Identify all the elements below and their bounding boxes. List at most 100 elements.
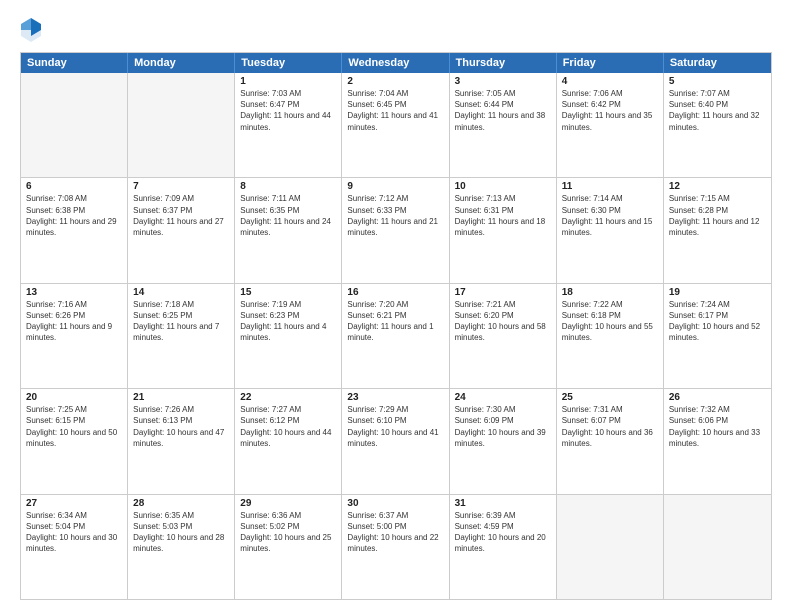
day-number: 14: [133, 287, 229, 298]
day-header: Sunday: [21, 53, 128, 73]
calendar-cell: 31Sunrise: 6:39 AMSunset: 4:59 PMDayligh…: [450, 495, 557, 599]
day-number: 15: [240, 287, 336, 298]
calendar-cell: 11Sunrise: 7:14 AMSunset: 6:30 PMDayligh…: [557, 178, 664, 282]
cell-info: Sunrise: 6:37 AMSunset: 5:00 PMDaylight:…: [347, 510, 443, 555]
day-number: 29: [240, 498, 336, 509]
calendar-week-row: 20Sunrise: 7:25 AMSunset: 6:15 PMDayligh…: [21, 388, 771, 493]
day-number: 4: [562, 76, 658, 87]
calendar-week-row: 6Sunrise: 7:08 AMSunset: 6:38 PMDaylight…: [21, 177, 771, 282]
calendar-cell: 25Sunrise: 7:31 AMSunset: 6:07 PMDayligh…: [557, 389, 664, 493]
calendar-cell: 27Sunrise: 6:34 AMSunset: 5:04 PMDayligh…: [21, 495, 128, 599]
calendar-cell: [557, 495, 664, 599]
calendar-cell: 28Sunrise: 6:35 AMSunset: 5:03 PMDayligh…: [128, 495, 235, 599]
cell-info: Sunrise: 6:36 AMSunset: 5:02 PMDaylight:…: [240, 510, 336, 555]
day-number: 2: [347, 76, 443, 87]
cell-info: Sunrise: 7:04 AMSunset: 6:45 PMDaylight:…: [347, 88, 443, 133]
day-number: 27: [26, 498, 122, 509]
calendar: SundayMondayTuesdayWednesdayThursdayFrid…: [20, 52, 772, 600]
calendar-cell: 20Sunrise: 7:25 AMSunset: 6:15 PMDayligh…: [21, 389, 128, 493]
day-number: 24: [455, 392, 551, 403]
cell-info: Sunrise: 7:08 AMSunset: 6:38 PMDaylight:…: [26, 193, 122, 238]
calendar-cell: [664, 495, 771, 599]
day-number: 9: [347, 181, 443, 192]
calendar-cell: 16Sunrise: 7:20 AMSunset: 6:21 PMDayligh…: [342, 284, 449, 388]
cell-info: Sunrise: 6:34 AMSunset: 5:04 PMDaylight:…: [26, 510, 122, 555]
logo: [20, 16, 46, 42]
cell-info: Sunrise: 7:07 AMSunset: 6:40 PMDaylight:…: [669, 88, 766, 133]
day-number: 23: [347, 392, 443, 403]
calendar-cell: 17Sunrise: 7:21 AMSunset: 6:20 PMDayligh…: [450, 284, 557, 388]
cell-info: Sunrise: 7:29 AMSunset: 6:10 PMDaylight:…: [347, 404, 443, 449]
calendar-cell: 2Sunrise: 7:04 AMSunset: 6:45 PMDaylight…: [342, 73, 449, 177]
day-number: 30: [347, 498, 443, 509]
calendar-cell: 21Sunrise: 7:26 AMSunset: 6:13 PMDayligh…: [128, 389, 235, 493]
calendar-cell: [21, 73, 128, 177]
day-number: 17: [455, 287, 551, 298]
cell-info: Sunrise: 7:09 AMSunset: 6:37 PMDaylight:…: [133, 193, 229, 238]
calendar-cell: 23Sunrise: 7:29 AMSunset: 6:10 PMDayligh…: [342, 389, 449, 493]
day-number: 26: [669, 392, 766, 403]
day-number: 6: [26, 181, 122, 192]
calendar-cell: 29Sunrise: 6:36 AMSunset: 5:02 PMDayligh…: [235, 495, 342, 599]
cell-info: Sunrise: 7:06 AMSunset: 6:42 PMDaylight:…: [562, 88, 658, 133]
day-number: 22: [240, 392, 336, 403]
cell-info: Sunrise: 7:11 AMSunset: 6:35 PMDaylight:…: [240, 193, 336, 238]
calendar-cell: 24Sunrise: 7:30 AMSunset: 6:09 PMDayligh…: [450, 389, 557, 493]
cell-info: Sunrise: 7:20 AMSunset: 6:21 PMDaylight:…: [347, 299, 443, 344]
cell-info: Sunrise: 7:19 AMSunset: 6:23 PMDaylight:…: [240, 299, 336, 344]
day-number: 7: [133, 181, 229, 192]
day-number: 13: [26, 287, 122, 298]
calendar-cell: 10Sunrise: 7:13 AMSunset: 6:31 PMDayligh…: [450, 178, 557, 282]
page: SundayMondayTuesdayWednesdayThursdayFrid…: [0, 0, 792, 612]
calendar-cell: 4Sunrise: 7:06 AMSunset: 6:42 PMDaylight…: [557, 73, 664, 177]
day-number: 5: [669, 76, 766, 87]
cell-info: Sunrise: 7:13 AMSunset: 6:31 PMDaylight:…: [455, 193, 551, 238]
calendar-cell: [128, 73, 235, 177]
day-number: 21: [133, 392, 229, 403]
calendar-cell: 12Sunrise: 7:15 AMSunset: 6:28 PMDayligh…: [664, 178, 771, 282]
calendar-week-row: 1Sunrise: 7:03 AMSunset: 6:47 PMDaylight…: [21, 73, 771, 177]
day-number: 8: [240, 181, 336, 192]
day-number: 11: [562, 181, 658, 192]
calendar-cell: 8Sunrise: 7:11 AMSunset: 6:35 PMDaylight…: [235, 178, 342, 282]
calendar-cell: 14Sunrise: 7:18 AMSunset: 6:25 PMDayligh…: [128, 284, 235, 388]
cell-info: Sunrise: 7:24 AMSunset: 6:17 PMDaylight:…: [669, 299, 766, 344]
cell-info: Sunrise: 7:22 AMSunset: 6:18 PMDaylight:…: [562, 299, 658, 344]
cell-info: Sunrise: 7:26 AMSunset: 6:13 PMDaylight:…: [133, 404, 229, 449]
day-header: Tuesday: [235, 53, 342, 73]
day-number: 28: [133, 498, 229, 509]
day-header: Thursday: [450, 53, 557, 73]
calendar-cell: 5Sunrise: 7:07 AMSunset: 6:40 PMDaylight…: [664, 73, 771, 177]
day-header: Friday: [557, 53, 664, 73]
calendar-body: 1Sunrise: 7:03 AMSunset: 6:47 PMDaylight…: [21, 73, 771, 599]
calendar-cell: 9Sunrise: 7:12 AMSunset: 6:33 PMDaylight…: [342, 178, 449, 282]
cell-info: Sunrise: 7:31 AMSunset: 6:07 PMDaylight:…: [562, 404, 658, 449]
calendar-week-row: 13Sunrise: 7:16 AMSunset: 6:26 PMDayligh…: [21, 283, 771, 388]
calendar-header-row: SundayMondayTuesdayWednesdayThursdayFrid…: [21, 53, 771, 73]
calendar-cell: 15Sunrise: 7:19 AMSunset: 6:23 PMDayligh…: [235, 284, 342, 388]
day-number: 19: [669, 287, 766, 298]
day-number: 12: [669, 181, 766, 192]
cell-info: Sunrise: 6:39 AMSunset: 4:59 PMDaylight:…: [455, 510, 551, 555]
cell-info: Sunrise: 7:21 AMSunset: 6:20 PMDaylight:…: [455, 299, 551, 344]
cell-info: Sunrise: 7:18 AMSunset: 6:25 PMDaylight:…: [133, 299, 229, 344]
logo-icon: [20, 16, 42, 42]
day-number: 10: [455, 181, 551, 192]
cell-info: Sunrise: 7:32 AMSunset: 6:06 PMDaylight:…: [669, 404, 766, 449]
calendar-cell: 1Sunrise: 7:03 AMSunset: 6:47 PMDaylight…: [235, 73, 342, 177]
calendar-cell: 6Sunrise: 7:08 AMSunset: 6:38 PMDaylight…: [21, 178, 128, 282]
calendar-cell: 26Sunrise: 7:32 AMSunset: 6:06 PMDayligh…: [664, 389, 771, 493]
cell-info: Sunrise: 7:05 AMSunset: 6:44 PMDaylight:…: [455, 88, 551, 133]
header: [20, 16, 772, 42]
day-number: 20: [26, 392, 122, 403]
day-number: 16: [347, 287, 443, 298]
calendar-cell: 22Sunrise: 7:27 AMSunset: 6:12 PMDayligh…: [235, 389, 342, 493]
calendar-cell: 30Sunrise: 6:37 AMSunset: 5:00 PMDayligh…: [342, 495, 449, 599]
day-header: Wednesday: [342, 53, 449, 73]
calendar-cell: 18Sunrise: 7:22 AMSunset: 6:18 PMDayligh…: [557, 284, 664, 388]
cell-info: Sunrise: 7:12 AMSunset: 6:33 PMDaylight:…: [347, 193, 443, 238]
day-header: Saturday: [664, 53, 771, 73]
cell-info: Sunrise: 7:25 AMSunset: 6:15 PMDaylight:…: [26, 404, 122, 449]
cell-info: Sunrise: 7:27 AMSunset: 6:12 PMDaylight:…: [240, 404, 336, 449]
cell-info: Sunrise: 7:16 AMSunset: 6:26 PMDaylight:…: [26, 299, 122, 344]
